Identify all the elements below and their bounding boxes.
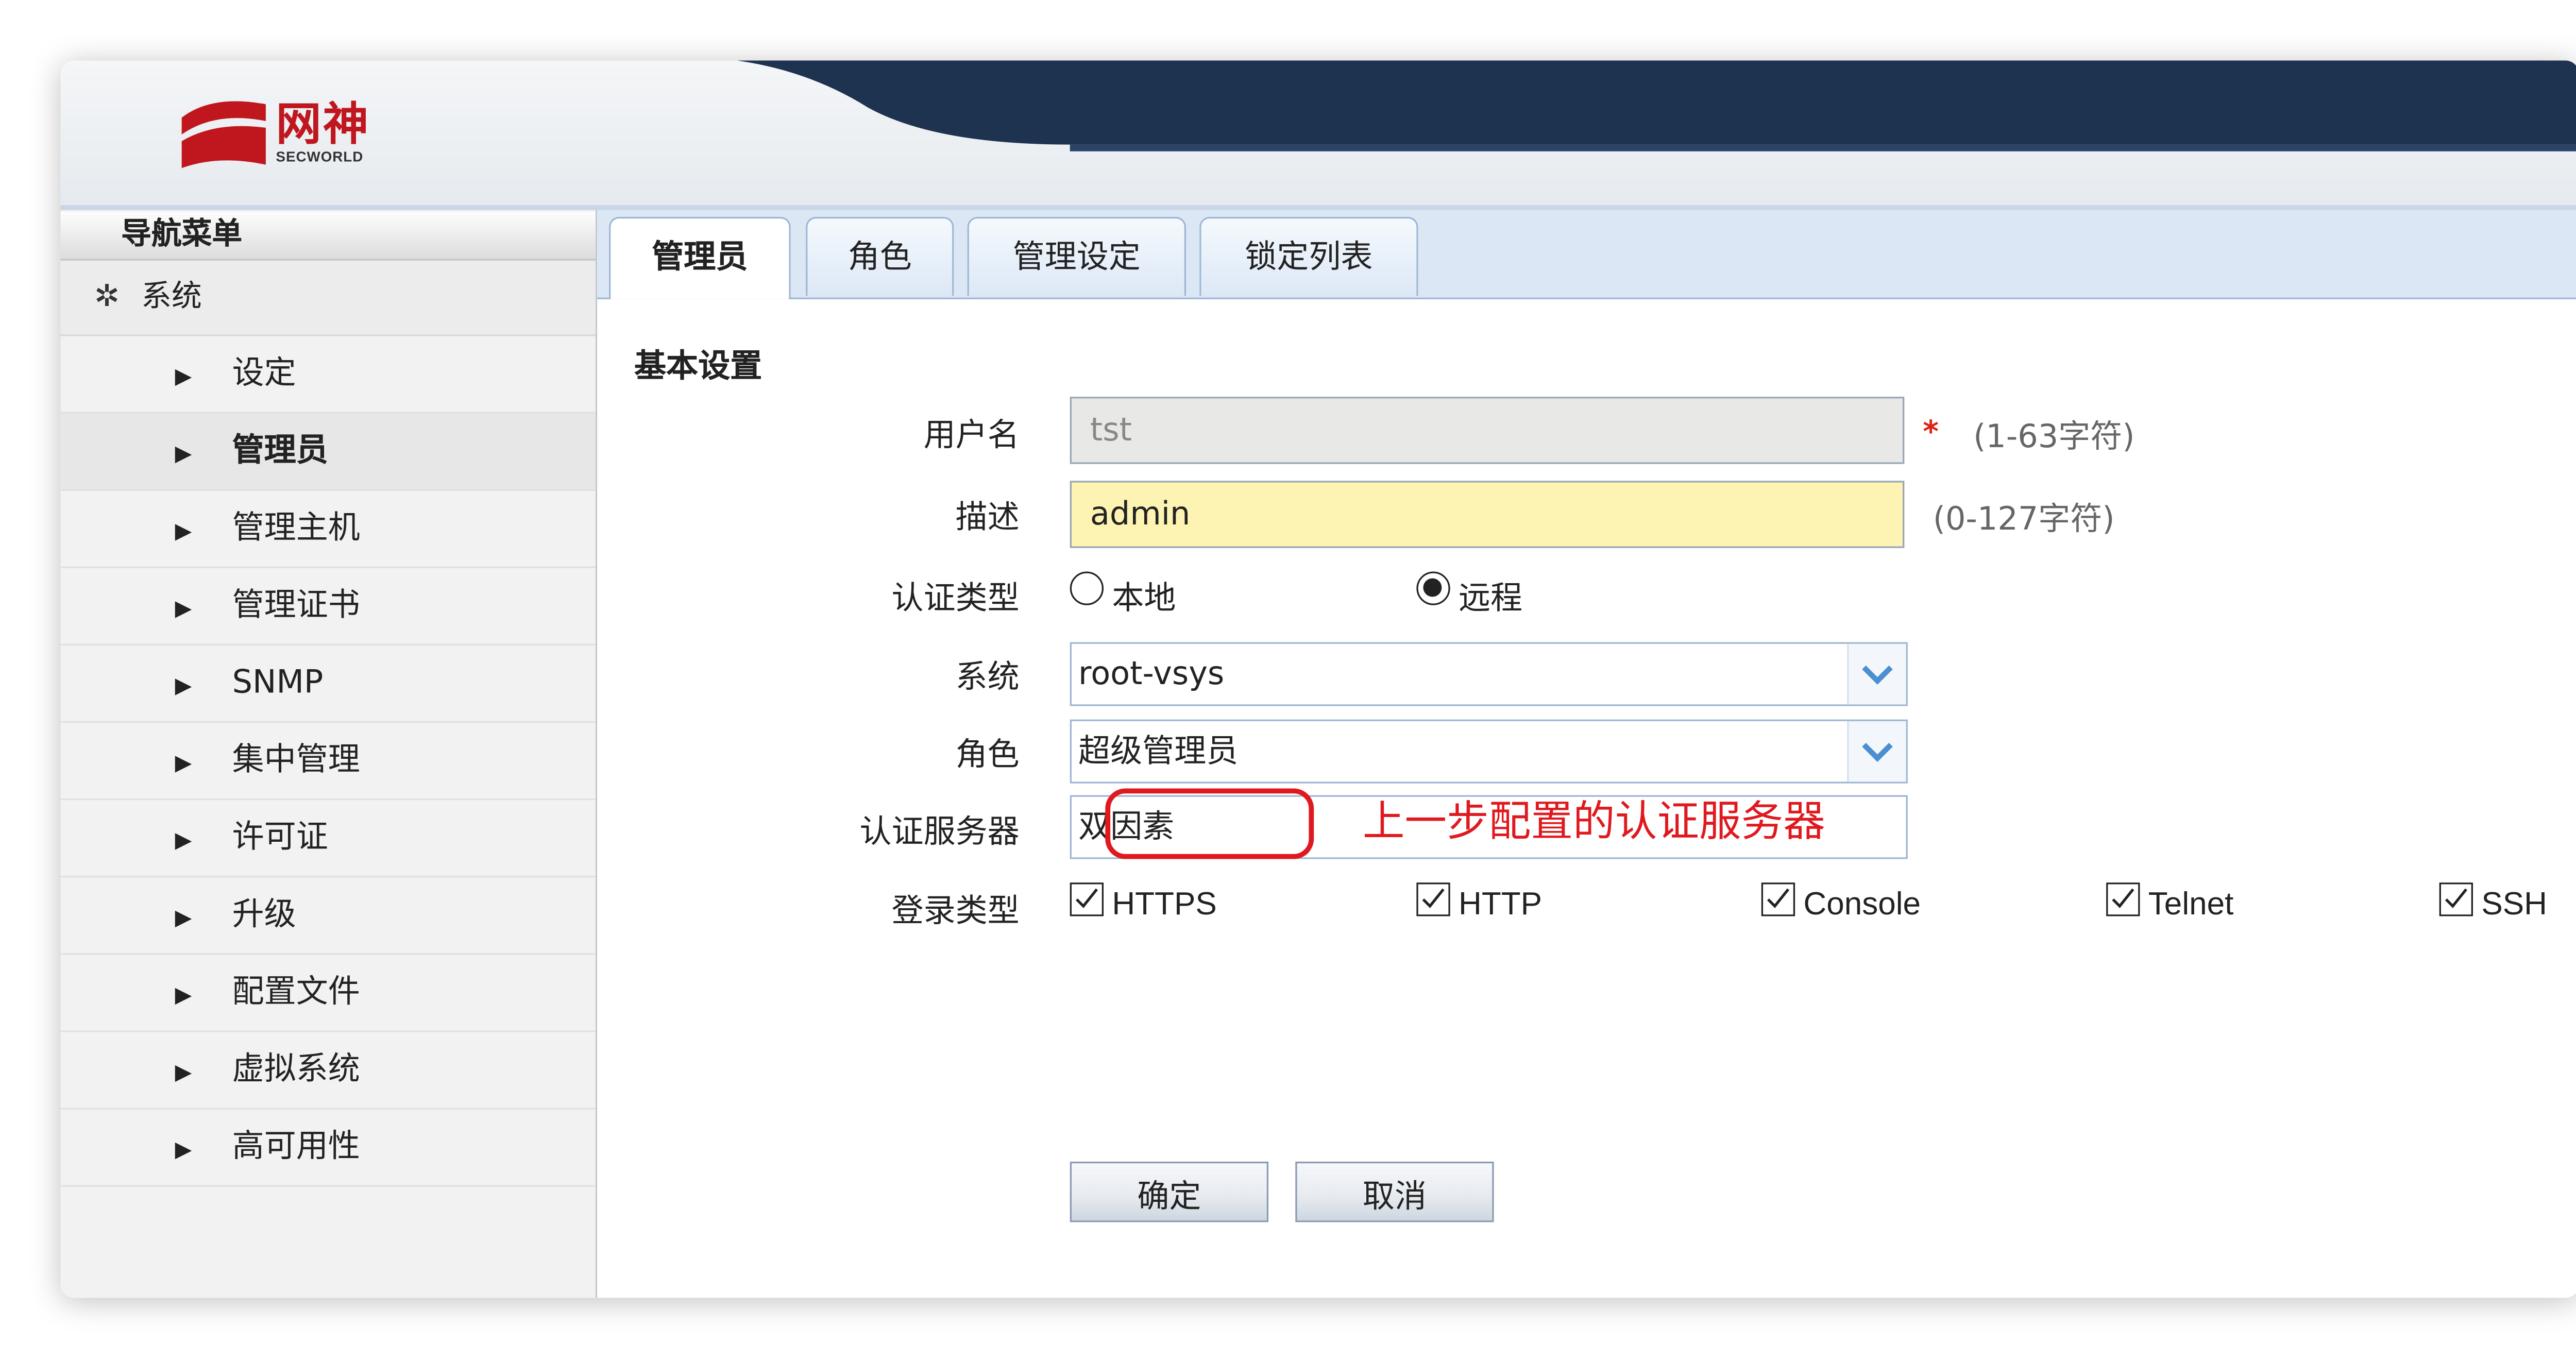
sidebar-item-label: 高可用性 xyxy=(232,1128,360,1165)
checkmark-icon xyxy=(1422,888,1445,908)
header-divider xyxy=(60,205,2576,210)
caret-right-icon: ▶ xyxy=(175,519,192,545)
login-telnet-label: Telnet xyxy=(2148,888,2234,923)
tab-lock-list[interactable]: 锁定列表 xyxy=(1199,216,1418,296)
chevron-down-icon[interactable] xyxy=(1847,643,1906,705)
caret-right-icon: ▶ xyxy=(175,365,192,390)
header-band xyxy=(737,60,2576,151)
sidebar-item-label: 虚拟系统 xyxy=(232,1050,360,1088)
annotation-highlight-box xyxy=(1105,788,1314,859)
cancel-button[interactable]: 取消 xyxy=(1295,1161,1494,1222)
login-http-checkbox[interactable] xyxy=(1416,882,1450,916)
sidebar-section-system[interactable]: ✲ 系统 xyxy=(60,260,596,336)
auth-server-label: 认证服务器 xyxy=(859,813,1020,851)
checkmark-icon xyxy=(1075,888,1098,908)
login-https-checkbox[interactable] xyxy=(1070,882,1104,916)
system-label: 系统 xyxy=(955,659,1020,696)
sidebar-item-virtual-system[interactable]: ▶ 虚拟系统 xyxy=(60,1032,596,1110)
description-label: 描述 xyxy=(955,499,1020,536)
secworld-logo: 网神 SECWORLD xyxy=(178,91,414,175)
caret-right-icon: ▶ xyxy=(175,828,192,854)
header: 网神 SECWORLD xyxy=(60,60,2576,206)
sidebar-item-label: 管理主机 xyxy=(232,509,360,547)
logo-text-en: SECWORLD xyxy=(276,148,364,165)
section-title: 基本设置 xyxy=(634,348,762,385)
logo-text-cn: 网神 xyxy=(276,99,370,151)
caret-right-icon: ▶ xyxy=(175,674,192,700)
auth-type-remote-radio[interactable] xyxy=(1416,571,1450,605)
sidebar-item-label: 设定 xyxy=(232,354,296,392)
gear-icon: ✲ xyxy=(94,279,120,315)
chevron-down-icon[interactable] xyxy=(1847,721,1906,782)
sidebar-item-config-file[interactable]: ▶ 配置文件 xyxy=(60,955,596,1032)
sidebar-item-label: 升级 xyxy=(232,896,296,933)
sidebar-item-label: 集中管理 xyxy=(232,741,360,778)
logo-mark-icon xyxy=(181,101,266,168)
username-label: 用户名 xyxy=(923,417,1020,454)
login-https-label: HTTPS xyxy=(1112,888,1217,923)
login-ssh-checkbox[interactable] xyxy=(2439,882,2473,916)
sidebar-item-admin[interactable]: ▶ 管理员 xyxy=(60,413,596,491)
sidebar-item-license[interactable]: ▶ 许可证 xyxy=(60,800,596,878)
checkmark-icon xyxy=(2112,888,2134,908)
system-select-value: root-vsys xyxy=(1078,655,1225,693)
sidebar: 导航菜单 ✲ 系统 ▶ 设定 ▶ 管理员 ▶ 管理主机 ▶ 管理证书 ▶ SNMP ▶ 集中管… xyxy=(60,210,598,1298)
login-http-label: HTTP xyxy=(1459,888,1543,923)
system-select[interactable]: root-vsys xyxy=(1070,642,1908,706)
sidebar-item-label: 管理证书 xyxy=(232,586,360,624)
login-console-label: Console xyxy=(1803,888,1921,923)
tab-role[interactable]: 角色 xyxy=(806,216,954,296)
sidebar-item-settings[interactable]: ▶ 设定 xyxy=(60,336,596,414)
caret-right-icon: ▶ xyxy=(175,597,192,622)
auth-type-label: 认证类型 xyxy=(891,580,1020,617)
caret-right-icon: ▶ xyxy=(175,751,192,777)
username-hint: (1-63字符) xyxy=(1973,418,2135,456)
app-window: 网神 SECWORLD 导航菜单 ✲ 系统 ▶ 设定 ▶ 管理员 ▶ 管理主机 ▶ 管理证… xyxy=(60,60,2576,1298)
caret-right-icon: ▶ xyxy=(175,1061,192,1086)
sidebar-item-label: SNMP xyxy=(232,664,324,701)
tab-mgmt-settings[interactable]: 管理设定 xyxy=(967,216,1187,296)
role-select[interactable]: 超级管理员 xyxy=(1070,719,1908,784)
checkmark-icon xyxy=(1767,888,1790,908)
login-ssh-label: SSH xyxy=(2481,888,2547,923)
login-type-label: 登录类型 xyxy=(891,892,1020,930)
login-console-checkbox[interactable] xyxy=(1761,882,1795,916)
description-hint: (0-127字符) xyxy=(1933,501,2115,538)
sidebar-title: 导航菜单 xyxy=(60,212,596,261)
sidebar-item-snmp[interactable]: ▶ SNMP xyxy=(60,645,596,723)
checkmark-icon xyxy=(2445,888,2467,908)
caret-right-icon: ▶ xyxy=(175,1138,192,1164)
username-field[interactable]: tst xyxy=(1070,397,1905,464)
ok-button[interactable]: 确定 xyxy=(1070,1161,1269,1222)
tab-admin[interactable]: 管理员 xyxy=(609,216,791,299)
sidebar-item-upgrade[interactable]: ▶ 升级 xyxy=(60,877,596,955)
sidebar-item-high-availability[interactable]: ▶ 高可用性 xyxy=(60,1109,596,1187)
role-select-value: 超级管理员 xyxy=(1078,733,1239,770)
sidebar-item-central-mgmt[interactable]: ▶ 集中管理 xyxy=(60,723,596,801)
description-field[interactable]: admin xyxy=(1070,481,1905,548)
required-marker: * xyxy=(1923,415,1939,451)
sidebar-item-label: 许可证 xyxy=(232,819,328,856)
auth-type-local-label: 本地 xyxy=(1112,580,1176,617)
login-telnet-checkbox[interactable] xyxy=(2106,882,2140,916)
sidebar-item-label: 配置文件 xyxy=(232,973,360,1011)
auth-type-local-radio[interactable] xyxy=(1070,571,1104,605)
sidebar-item-label: 管理员 xyxy=(232,432,328,469)
sidebar-item-mgmt-host[interactable]: ▶ 管理主机 xyxy=(60,490,596,568)
caret-right-icon: ▶ xyxy=(175,983,192,1009)
main-content: 管理员 角色 管理设定 锁定列表 基本设置 用户名 tst * (1-63字符)… xyxy=(597,210,2576,1298)
sidebar-section-label: 系统 xyxy=(141,279,202,315)
auth-type-remote-label: 远程 xyxy=(1459,580,1523,617)
caret-right-icon: ▶ xyxy=(175,442,192,468)
annotation-text: 上一步配置的认证服务器 xyxy=(1362,796,1825,846)
caret-right-icon: ▶ xyxy=(175,906,192,931)
tab-bar: 管理员 角色 管理设定 锁定列表 xyxy=(597,210,2576,299)
role-label: 角色 xyxy=(955,736,1020,774)
sidebar-item-mgmt-cert[interactable]: ▶ 管理证书 xyxy=(60,568,596,646)
